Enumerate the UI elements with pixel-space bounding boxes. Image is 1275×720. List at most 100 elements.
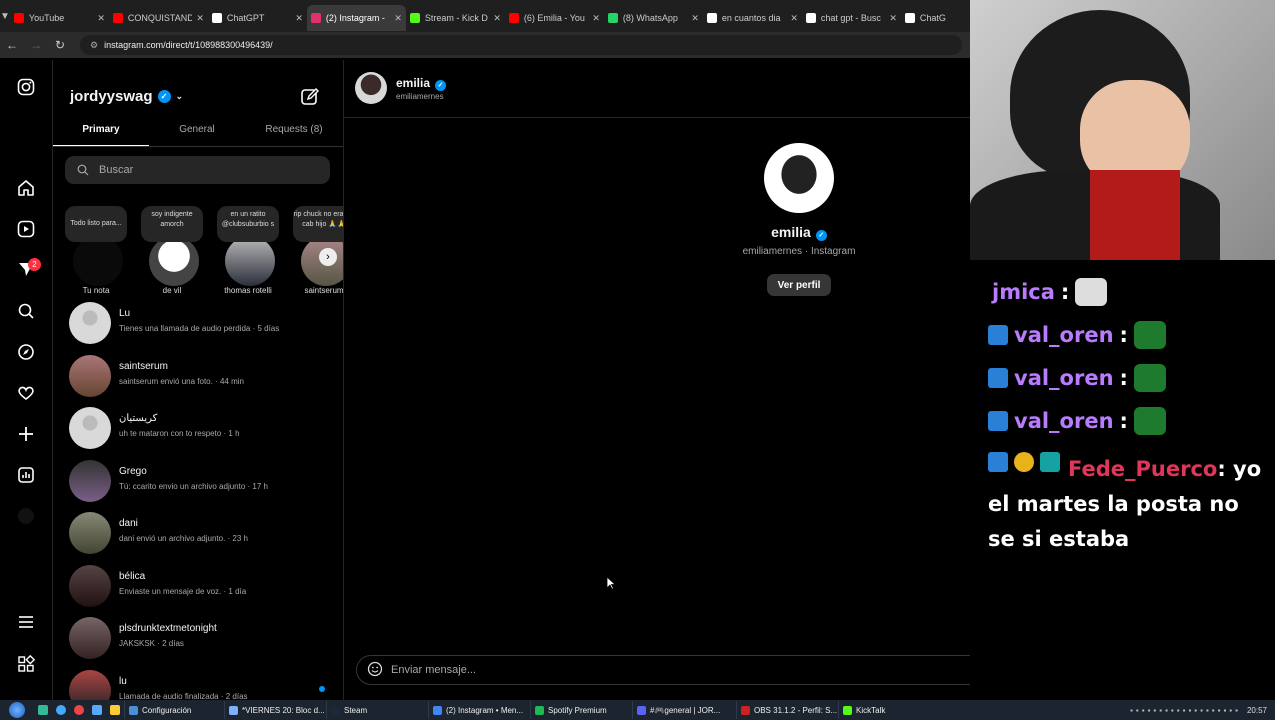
tab-close-icon[interactable]: ✕ [790, 13, 798, 24]
browser-tab[interactable]: chat gpt - Busc ✕ [802, 5, 901, 31]
browser-tab[interactable]: Stream - Kick D ✕ [406, 5, 505, 31]
reels-icon[interactable] [14, 217, 38, 241]
browser-tab[interactable]: en cuantos dia ✕ [703, 5, 802, 31]
pinned-app-icon[interactable] [56, 705, 66, 715]
tray-icons[interactable]: ▪▪▪▪▪▪▪▪▪▪▪▪▪▪▪▪▪▪▪ [1130, 706, 1241, 715]
tab-requests[interactable]: Requests (8) [245, 120, 343, 146]
heart-icon[interactable] [14, 381, 38, 405]
chat-header-avatar[interactable] [355, 72, 387, 104]
search-icon[interactable] [14, 299, 38, 323]
tab-title: Stream - Kick D [424, 13, 488, 23]
conversation-avatar [69, 302, 111, 344]
tab-close-icon[interactable]: ✕ [592, 13, 600, 24]
profile-avatar[interactable] [764, 143, 834, 213]
tab-favicon-icon [706, 13, 717, 23]
tab-close-icon[interactable]: ✕ [196, 13, 204, 24]
chat-username: val_oren [1014, 409, 1114, 433]
profile-avatar-icon[interactable] [14, 504, 38, 528]
browser-tab[interactable]: ChatG✕ [901, 5, 970, 31]
badge-icon [988, 368, 1008, 388]
view-profile-button[interactable]: Ver perfil [767, 274, 831, 296]
tab-primary[interactable]: Primary [53, 120, 149, 146]
chat-panel: emilia ✓ emiliamernes emilia ✓ emiliamerne… [344, 60, 1251, 700]
taskbar-item[interactable]: KickTalk [838, 701, 928, 719]
tab-favicon-icon [508, 13, 519, 23]
search-field-icon [77, 164, 89, 176]
conversation-preview: uh te mataron con to respeto · 1 h [119, 429, 240, 438]
chat-header[interactable]: emilia ✓ emiliamernes [344, 60, 970, 118]
taskbar-app-icon [843, 705, 852, 715]
conversation-item[interactable]: Grego Tú: ccarito envio un archivo adjunt… [69, 459, 329, 508]
search-input[interactable]: Buscar [65, 156, 330, 184]
site-info-icon[interactable]: ⚙ [90, 40, 98, 51]
taskbar-item[interactable]: #🎮general | JOR... [632, 701, 736, 719]
menu-icon[interactable] [14, 610, 38, 634]
explore-icon[interactable] [14, 340, 38, 364]
compose-icon[interactable] [300, 87, 320, 112]
browser-tab[interactable]: ChatGPT ✕ [208, 5, 307, 31]
conversation-item[interactable]: كريستيان uh te mataron con to respeto · 1… [69, 407, 329, 455]
browser-tab[interactable]: (2) Instagram - ✕ [306, 5, 406, 31]
taskbar-item[interactable]: Configuración [124, 701, 224, 719]
browser-tab[interactable]: (8) WhatsApp ✕ [604, 5, 703, 31]
browser-tab[interactable]: YouTube ✕ [10, 5, 109, 31]
emote-icon [1133, 407, 1166, 435]
taskbar-item[interactable]: *VIERNES 20: Bloc d... [224, 701, 326, 719]
tab-close-icon[interactable]: ✕ [394, 13, 402, 24]
account-switcher[interactable]: jordyyswag ✓ ⌄ [70, 88, 183, 105]
pinned-app-icon[interactable] [110, 705, 120, 715]
taskbar-item[interactable]: OBS 31.1.2 - Perfil: S... [736, 701, 838, 719]
conversation-item[interactable]: dani dani envió un archivo adjunto. · 23 … [69, 512, 329, 560]
verified-icon: ✓ [157, 90, 171, 103]
start-button-icon[interactable] [0, 700, 34, 720]
tab-close-icon[interactable]: ✕ [889, 13, 897, 24]
pinned-apps [34, 705, 124, 715]
tab-general[interactable]: General [149, 120, 245, 146]
message-placeholder: Enviar mensaje... [391, 664, 476, 676]
reload-icon[interactable]: ↻ [48, 38, 72, 52]
unread-dot [319, 686, 325, 692]
tab-favicon-icon [805, 13, 816, 23]
chat-username: jmica [992, 280, 1055, 304]
note-avatar [149, 236, 199, 286]
note-bubble: soy indigente amorch [141, 206, 203, 242]
conversation-preview: saintserum envió una foto. · 44 min [119, 376, 244, 386]
taskbar-item[interactable]: (2) Instagram • Men... [428, 701, 530, 719]
instagram-logo-icon[interactable] [14, 75, 38, 99]
tab-close-icon[interactable]: ✕ [295, 13, 303, 24]
conversation-item[interactable]: plsdrunktextmetonight JAKSKSK · 2 días [69, 617, 329, 665]
emoji-icon[interactable] [367, 661, 383, 680]
taskbar-item[interactable]: Steam [326, 701, 428, 719]
back-icon[interactable]: ← [0, 38, 24, 52]
tab-close-icon[interactable]: ✕ [691, 13, 699, 24]
tab-close-icon[interactable]: ✕ [97, 13, 105, 24]
dashboard-icon[interactable] [14, 463, 38, 487]
conversation-item[interactable]: lu Llamada de audio finalizada · 2 días [69, 669, 329, 700]
tab-title: en cuantos dia [721, 13, 781, 23]
taskbar-item-label: *VIERNES 20: Bloc d... [242, 705, 325, 715]
notes-next-icon[interactable]: › [319, 248, 337, 266]
url-field[interactable]: ⚙ instagram.com/direct/t/108988300496439… [80, 35, 962, 55]
conversation-item[interactable]: saintserum saintserum envió una foto. · 4… [69, 354, 329, 403]
tab-title: ChatGPT [226, 13, 265, 23]
browser-tab[interactable]: (6) Emilia - You ✕ [505, 5, 604, 31]
conversation-name: bélica [119, 570, 146, 582]
pinned-app-icon[interactable] [38, 705, 48, 715]
tab-list-chevron-icon[interactable]: ▼ [0, 11, 10, 22]
conversation-name: كريستيان [119, 413, 158, 424]
conversation-item[interactable]: bélica Enviaste un mensaje de voz. · 1 dí… [69, 564, 329, 613]
forward-icon[interactable]: → [24, 38, 48, 52]
tab-title: chat gpt - Busc [820, 13, 881, 23]
apps-icon[interactable] [14, 652, 38, 676]
home-icon[interactable] [14, 176, 38, 200]
pinned-app-icon[interactable] [92, 705, 102, 715]
taskbar-item[interactable]: Spotify Premium [530, 701, 632, 719]
note-avatar [73, 236, 123, 286]
conversation-item[interactable]: Lu Tienes una llamada de audio perdida · … [69, 302, 329, 350]
browser-tab[interactable]: CONQUISTANDO✕ [109, 5, 208, 31]
tab-close-icon[interactable]: ✕ [493, 13, 501, 24]
system-tray: ▪▪▪▪▪▪▪▪▪▪▪▪▪▪▪▪▪▪▪ 20:57 [1130, 706, 1275, 715]
pinned-app-icon[interactable] [74, 705, 84, 715]
create-plus-icon[interactable] [14, 422, 38, 446]
cat-emote-icon [1075, 278, 1108, 306]
